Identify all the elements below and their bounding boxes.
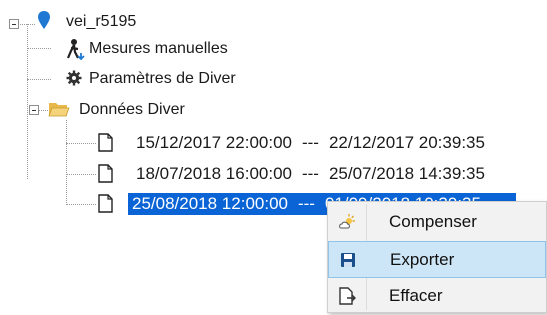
file-row[interactable]: 15/12/2017 22:00:00 --- 22/12/2017 20:39:3… — [136, 132, 485, 154]
separator: --- — [301, 133, 319, 152]
tree-root-label[interactable]: vei_r5195 — [66, 12, 136, 32]
file-icon — [98, 133, 113, 152]
folder-open-icon — [48, 103, 70, 117]
collapse-toggle[interactable] — [29, 105, 39, 115]
tree-line — [17, 24, 35, 25]
tree-line — [27, 79, 51, 80]
menu-item-label: Effacer — [389, 286, 443, 305]
file-icon — [98, 194, 113, 213]
separator: --- — [301, 164, 319, 183]
file-icon — [98, 164, 113, 183]
tree-line — [66, 143, 96, 144]
menu-item-label: Compenser — [389, 212, 477, 231]
context-menu: Compenser Exporter Effacer — [327, 201, 547, 313]
save-icon — [341, 253, 355, 267]
gear-icon — [66, 70, 82, 86]
tree-item-donnees-diver[interactable]: Données Diver — [79, 100, 185, 120]
tree-line — [66, 120, 67, 205]
file-row[interactable]: 18/07/2018 16:00:00 --- 25/07/2018 14:39:3… — [136, 163, 485, 185]
file-end-time: 25/07/2018 14:39:35 — [328, 164, 485, 183]
weather-sun-cloud-icon — [339, 214, 355, 229]
person-walk-icon — [66, 39, 85, 60]
tree-line — [27, 48, 51, 49]
tree-line — [66, 174, 96, 175]
tree-item-parametres-de-diver[interactable]: Paramètres de Diver — [89, 69, 236, 89]
menu-item-effacer[interactable]: Effacer — [328, 278, 546, 315]
delete-doc-icon — [339, 287, 356, 305]
collapse-toggle[interactable] — [9, 19, 19, 29]
separator: --- — [297, 194, 315, 213]
menu-item-label: Exporter — [390, 250, 455, 269]
file-start-time: 25/08/2018 12:00:00 — [132, 194, 288, 213]
tree-item-mesures-manuelles[interactable]: Mesures manuelles — [89, 39, 228, 59]
menu-item-exporter[interactable]: Exporter — [328, 241, 546, 278]
file-start-time: 15/12/2017 22:00:00 — [136, 133, 292, 152]
tree-line — [66, 204, 96, 205]
menu-item-compenser[interactable]: Compenser — [328, 204, 546, 241]
map-pin-icon — [38, 11, 50, 29]
file-start-time: 18/07/2018 16:00:00 — [136, 164, 292, 183]
file-end-time: 22/12/2017 20:39:35 — [328, 133, 485, 152]
